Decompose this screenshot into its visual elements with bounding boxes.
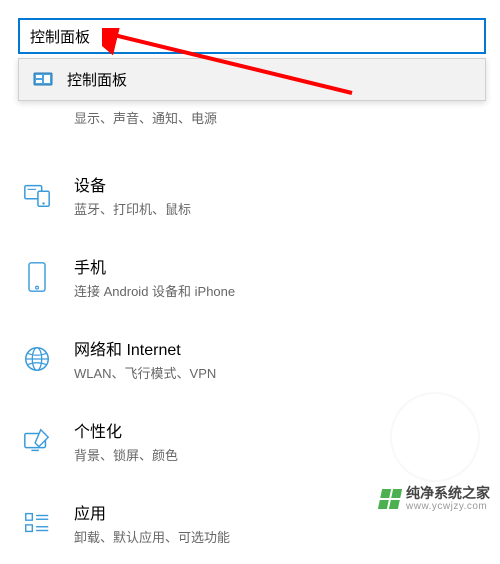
settings-item-network[interactable]: 网络和 Internet WLAN、飞行模式、VPN [20,318,500,400]
watermark: 纯净系统之家 www.ycwjzy.com [380,486,490,512]
item-desc: 连接 Android 设备和 iPhone [74,281,235,300]
item-title: 应用 [74,500,230,524]
search-input[interactable] [30,28,474,45]
item-desc: 背景、锁屏、颜色 [74,445,178,464]
item-title: 网络和 Internet [74,336,216,360]
item-title: 个性化 [74,418,178,442]
phone-icon [20,261,54,293]
watermark-logo-icon [378,489,402,509]
item-title: 手机 [74,254,235,278]
settings-item-phone[interactable]: 手机 连接 Android 设备和 iPhone [20,236,500,318]
item-desc: 卸载、默认应用、可选功能 [74,527,230,546]
globe-icon [20,344,54,374]
settings-item-devices[interactable]: 设备 蓝牙、打印机、鼠标 [20,154,500,236]
decorative-circle [390,392,480,482]
devices-icon [20,180,54,210]
settings-item-system[interactable]: 显示、声音、通知、电源 [20,102,500,154]
search-dropdown: 控制面板 [18,58,486,101]
dropdown-item-label: 控制面板 [67,69,127,90]
watermark-name: 纯净系统之家 [406,486,490,501]
dropdown-item-control-panel[interactable]: 控制面板 [19,59,485,100]
personalize-icon [20,426,54,456]
watermark-url: www.ycwjzy.com [406,501,490,512]
search-box[interactable] [18,18,486,54]
apps-icon [20,508,54,538]
item-title: 设备 [74,172,191,196]
item-desc: 蓝牙、打印机、鼠标 [74,199,191,218]
item-desc: WLAN、飞行模式、VPN [74,363,216,382]
control-panel-icon [33,70,53,90]
item-desc: 显示、声音、通知、电源 [74,108,217,127]
